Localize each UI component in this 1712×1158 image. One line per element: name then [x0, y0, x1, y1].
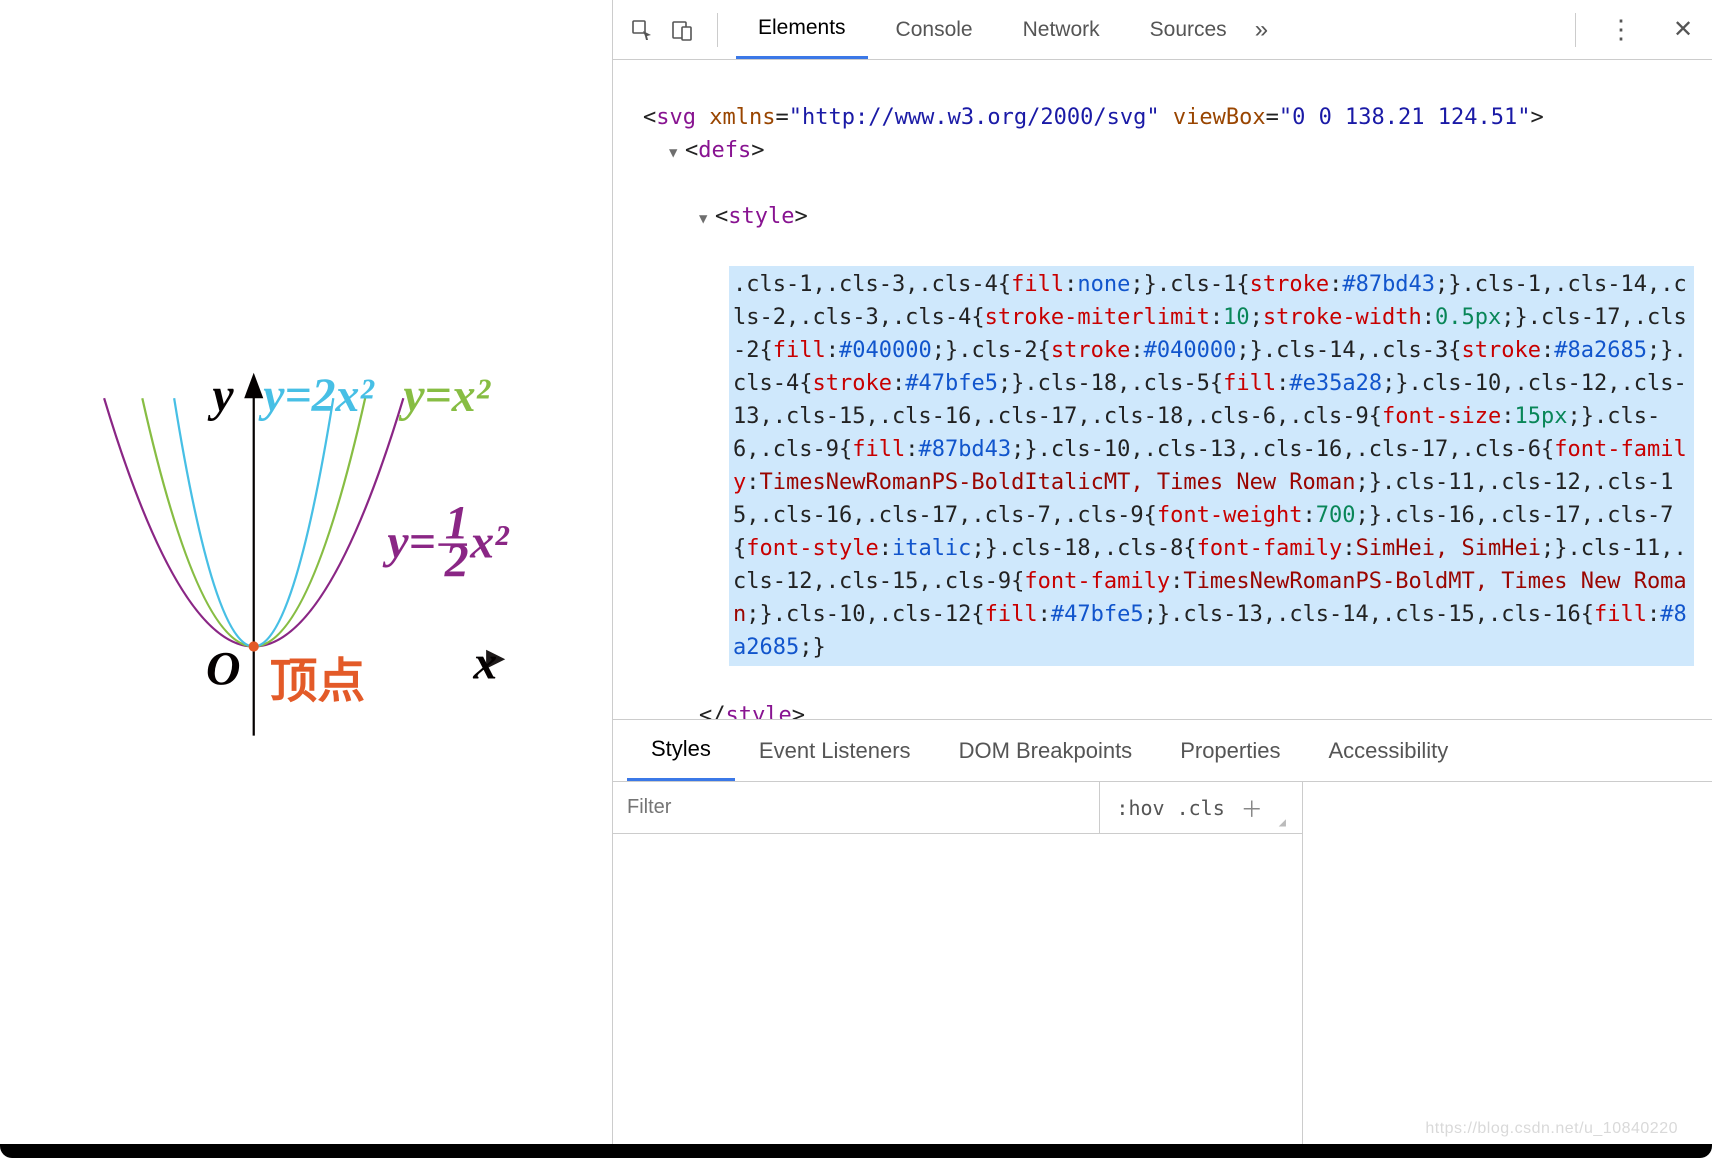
- tab-console[interactable]: Console: [874, 0, 995, 59]
- tab-elements[interactable]: Elements: [736, 0, 868, 59]
- svg-text:2: 2: [444, 534, 469, 587]
- styles-filter-input[interactable]: [613, 796, 1099, 819]
- dom-tree[interactable]: <svg xmlns="http://www.w3.org/2000/svg" …: [613, 60, 1712, 720]
- tab-network[interactable]: Network: [1001, 0, 1122, 59]
- styles-tabbar: Styles Event Listeners DOM Breakpoints P…: [613, 720, 1712, 782]
- watermark-text: https://blog.csdn.net/u_10840220: [1425, 1120, 1678, 1138]
- svg-text:x²: x²: [469, 515, 510, 568]
- svg-text:O: O: [206, 643, 240, 696]
- new-style-rule-icon[interactable]: ＋: [1237, 792, 1267, 824]
- kebab-icon[interactable]: ⋮: [1604, 13, 1638, 47]
- inspect-icon[interactable]: [625, 13, 659, 47]
- subtab-accessibility[interactable]: Accessibility: [1304, 720, 1472, 781]
- more-tabs-icon[interactable]: »: [1255, 16, 1264, 44]
- cls-toggle[interactable]: .cls: [1177, 796, 1225, 820]
- main-tabbar: Elements Console Network Sources » ⋮ ✕: [613, 0, 1712, 60]
- parabola-diagram: .p-none{fill:none;stroke-width:0.7;} .ax…: [85, 360, 525, 756]
- styles-pane: :hov .cls ＋ ◢: [613, 782, 1712, 1158]
- svg-text:顶点: 顶点: [270, 655, 366, 708]
- subtab-dom-breakpoints[interactable]: DOM Breakpoints: [935, 720, 1157, 781]
- subtab-properties[interactable]: Properties: [1156, 720, 1304, 781]
- styles-rules-empty: [613, 834, 1302, 1158]
- svg-preview-pane: .p-none{fill:none;stroke-width:0.7;} .ax…: [0, 0, 610, 1158]
- devtools-panel: Elements Console Network Sources » ⋮ ✕ <…: [612, 0, 1712, 1158]
- close-icon[interactable]: ✕: [1666, 13, 1700, 47]
- device-toggle-icon[interactable]: [665, 13, 699, 47]
- window-frame-bottom: [0, 1144, 1712, 1158]
- svg-text:y: y: [207, 369, 234, 422]
- hov-toggle[interactable]: :hov: [1116, 796, 1164, 820]
- svg-text:y=x²: y=x²: [398, 369, 491, 422]
- subtab-styles[interactable]: Styles: [627, 720, 735, 781]
- svg-text:y=: y=: [382, 515, 435, 568]
- svg-text:y=2x²: y=2x²: [258, 369, 375, 422]
- selected-style-text[interactable]: .cls-1,.cls-3,.cls-4{fill:none;}.cls-1{s…: [729, 266, 1694, 666]
- computed-pane: [1303, 782, 1712, 1158]
- subtab-event-listeners[interactable]: Event Listeners: [735, 720, 935, 781]
- corner-resize-icon: ◢: [1279, 815, 1286, 829]
- tab-sources[interactable]: Sources: [1128, 0, 1249, 59]
